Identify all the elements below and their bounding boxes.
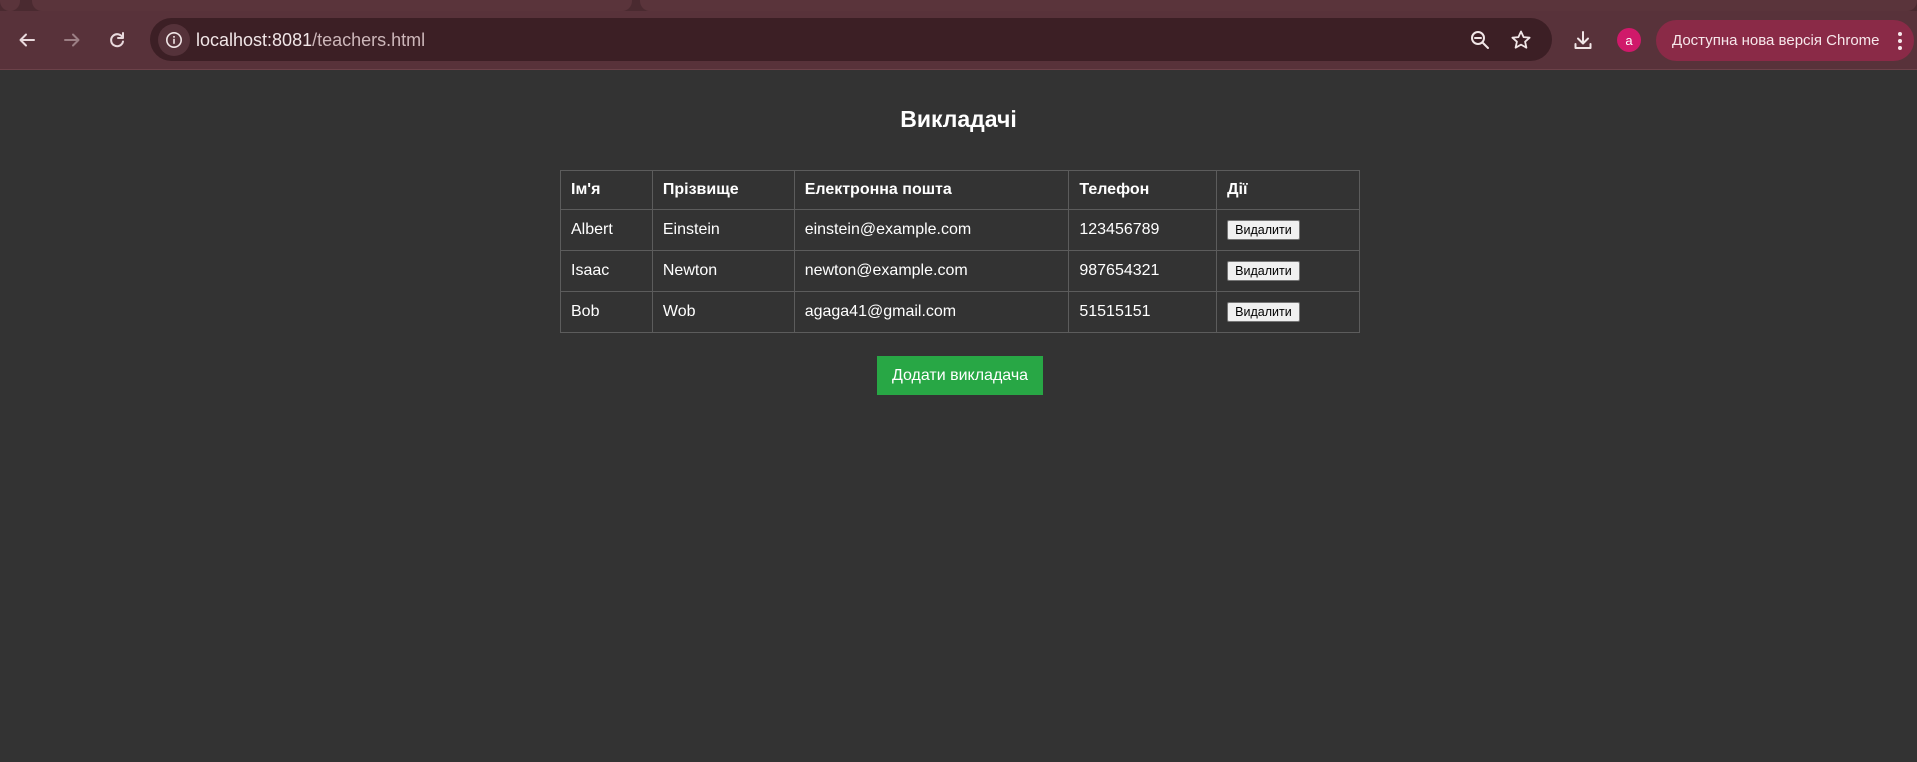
downloads-button[interactable] (1567, 24, 1599, 56)
cell-last-name: Wob (651, 291, 795, 333)
update-label: Доступна нова версія Chrome (1672, 32, 1880, 49)
table-row: Albert Einstein einstein@example.com 123… (560, 209, 1360, 251)
tab-strip (0, 0, 1917, 11)
tab-inactive[interactable] (0, 0, 20, 11)
cell-actions: Видалити (1216, 250, 1360, 292)
url-path: /teachers.html (312, 30, 426, 50)
cell-last-name: Newton (651, 250, 795, 292)
cell-email: einstein@example.com (793, 209, 1070, 251)
cell-phone: 123456789 (1068, 209, 1218, 251)
cell-actions: Видалити (1216, 291, 1360, 333)
header-actions: Дії (1216, 170, 1360, 210)
info-icon (166, 32, 182, 48)
cell-phone: 51515151 (1068, 291, 1218, 333)
kebab-menu-icon[interactable] (1898, 32, 1902, 50)
teachers-table: Ім'я Прізвище Електронна пошта Телефон Д… (560, 170, 1360, 333)
browser-toolbar: localhost:8081/teachers.html a Доступна … (0, 11, 1917, 70)
forward-button[interactable] (56, 24, 88, 56)
cell-last-name: Einstein (651, 209, 795, 251)
tab-active[interactable] (32, 0, 632, 11)
table-row: Bob Wob agaga41@gmail.com 51515151 Видал… (560, 291, 1360, 333)
site-info-button[interactable] (158, 24, 190, 56)
zoom-button[interactable] (1468, 28, 1492, 52)
tab-inactive[interactable] (640, 0, 1917, 11)
delete-button[interactable]: Видалити (1227, 302, 1300, 322)
url-host: localhost:8081 (196, 30, 313, 50)
back-button[interactable] (11, 24, 43, 56)
delete-button[interactable]: Видалити (1227, 261, 1300, 281)
download-icon (1574, 31, 1592, 49)
header-first-name: Ім'я (560, 170, 653, 210)
page-content: Викладачі Ім'я Прізвище Електронна пошта… (0, 70, 1917, 762)
page-title: Викладачі (900, 106, 1017, 132)
header-phone: Телефон (1068, 170, 1218, 210)
address-bar[interactable]: localhost:8081/teachers.html (150, 18, 1552, 61)
header-last-name: Прізвище (651, 170, 795, 210)
cell-email: newton@example.com (793, 250, 1070, 292)
arrow-right-icon (64, 33, 80, 47)
zoom-out-icon (1471, 31, 1489, 49)
star-icon (1511, 30, 1531, 49)
cell-first-name: Isaac (560, 250, 653, 292)
add-teacher-button[interactable]: Додати викладача (877, 356, 1043, 395)
bookmark-button[interactable] (1509, 28, 1533, 52)
table-row: Isaac Newton newton@example.com 98765432… (560, 250, 1360, 292)
reload-icon (110, 32, 124, 48)
chrome-update-button[interactable]: Доступна нова версія Chrome (1656, 20, 1914, 61)
cell-first-name: Albert (560, 209, 653, 251)
arrow-left-icon (19, 33, 35, 47)
table-header-row: Ім'я Прізвище Електронна пошта Телефон Д… (560, 170, 1360, 210)
cell-email: agaga41@gmail.com (793, 291, 1070, 333)
reload-button[interactable] (101, 24, 133, 56)
url-text[interactable]: localhost:8081/teachers.html (196, 30, 425, 51)
profile-avatar[interactable]: a (1617, 28, 1641, 52)
profile-initial: a (1625, 32, 1633, 48)
header-email: Електронна пошта (793, 170, 1070, 210)
cell-actions: Видалити (1216, 209, 1360, 251)
cell-phone: 987654321 (1068, 250, 1218, 292)
delete-button[interactable]: Видалити (1227, 220, 1300, 240)
cell-first-name: Bob (560, 291, 653, 333)
